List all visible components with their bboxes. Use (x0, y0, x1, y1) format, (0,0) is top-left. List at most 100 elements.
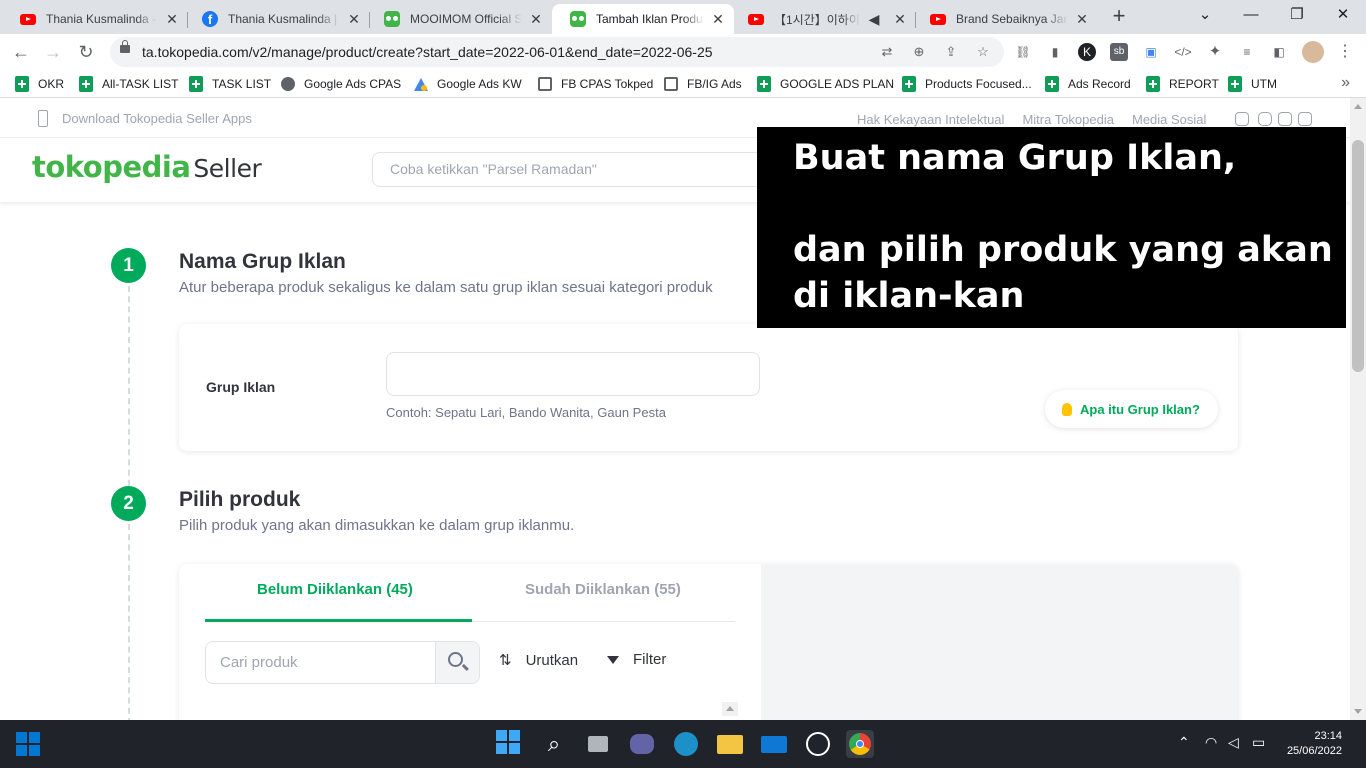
scroll-up-arrow[interactable] (1354, 104, 1362, 109)
task-view-icon[interactable] (584, 730, 612, 758)
speaker-icon[interactable]: ◀ (866, 11, 882, 27)
bookmark-item[interactable]: TASK LIST (188, 75, 271, 93)
media-control-icon[interactable]: ≡ (1238, 43, 1256, 61)
filter-button[interactable]: Filter (607, 651, 666, 668)
new-tab-button[interactable]: + (1108, 5, 1130, 28)
battery-icon[interactable]: ▭ (1252, 734, 1265, 751)
close-icon[interactable]: ✕ (892, 11, 908, 27)
bookmark-item[interactable]: OKR (14, 75, 64, 93)
system-clock[interactable]: 23:14 25/06/2022 (1287, 729, 1342, 759)
browser-tab[interactable]: Brand Sebaiknya Jangan ✕ (912, 4, 1098, 34)
page-scrollbar[interactable] (1350, 98, 1366, 720)
bookmark-item[interactable]: Google Ads CPAS (280, 75, 401, 93)
bookmark-item[interactable]: UTM (1227, 75, 1277, 93)
close-icon[interactable]: ✕ (710, 11, 726, 27)
browser-tab[interactable]: MOOIMOM Official Store ✕ (366, 4, 552, 34)
profile-avatar[interactable] (1302, 41, 1324, 63)
teams-chat-icon[interactable] (628, 730, 656, 758)
bookmark-item[interactable]: Ads Record (1044, 75, 1131, 93)
close-icon[interactable]: ✕ (528, 11, 544, 27)
bookmark-item[interactable]: FB/IG Ads (663, 75, 742, 93)
edge-browser-icon[interactable] (672, 730, 700, 758)
scroll-down-arrow[interactable] (1354, 709, 1362, 714)
extensions-puzzle-icon[interactable]: ✦ (1206, 43, 1224, 61)
what-is-ad-group-button[interactable]: Apa itu Grup Iklan? (1045, 390, 1218, 428)
bookmark-item[interactable]: Products Focused... (901, 75, 1032, 93)
bookmark-label: OKR (38, 77, 65, 91)
product-search-input[interactable]: Cari produk (205, 641, 480, 684)
share-icon[interactable]: ⇪ (942, 43, 960, 61)
more-bookmarks-icon[interactable]: » (1341, 74, 1350, 92)
bookmark-item[interactable]: FB CPAS Tokped (537, 75, 653, 93)
bookmark-item[interactable]: GOOGLE ADS PLAN (756, 75, 894, 93)
bookmark-label: Ads Record (1068, 77, 1131, 91)
browser-tab[interactable]: f Thania Kusmalinda | Facebook ✕ (184, 4, 370, 34)
page-icon (537, 76, 553, 92)
search-icon[interactable]: ⌕ (540, 730, 568, 758)
instagram-icon[interactable] (1258, 112, 1272, 126)
facebook-icon[interactable] (1298, 112, 1312, 126)
sort-button[interactable]: ⇅ Urutkan (499, 651, 578, 670)
bookmark-item[interactable]: Google Ads KW (413, 75, 522, 93)
browser-tab-active[interactable]: Tambah Iklan Produk | Tokopedia ✕ (552, 4, 734, 34)
download-app-link[interactable]: Download Tokopedia Seller Apps (38, 110, 252, 127)
translate-icon[interactable]: ⇄ (878, 43, 896, 61)
forward-button[interactable]: → (41, 40, 65, 64)
chart-extension-icon[interactable]: ▮ (1046, 43, 1064, 61)
volume-icon[interactable]: ◁ (1228, 734, 1239, 751)
bookmark-label: GOOGLE ADS PLAN (780, 77, 895, 91)
tab-search-icon[interactable]: ⌄ (1182, 0, 1228, 30)
window-extension-icon[interactable]: ▣ (1142, 43, 1160, 61)
wifi-icon[interactable]: ◠ (1205, 734, 1217, 751)
menu-kebab-icon[interactable]: ⋮ (1336, 43, 1354, 61)
widgets-icon[interactable] (16, 732, 40, 756)
file-explorer-icon[interactable] (716, 730, 744, 758)
browser-tab[interactable]: Thania Kusmalinda - YouTube ✕ (2, 4, 188, 34)
k-extension-icon[interactable]: K (1078, 43, 1096, 61)
bookmark-item[interactable]: All-TASK LIST (78, 75, 178, 93)
code-extension-icon[interactable]: </> (1174, 43, 1192, 61)
tab-advertised[interactable]: Sudah Diiklankan (55) (525, 581, 681, 598)
social-media-link[interactable]: Media Sosial (1132, 112, 1206, 127)
sb-extension-icon[interactable]: sb (1110, 43, 1128, 61)
lock-icon[interactable] (120, 40, 130, 53)
link-extension-icon[interactable]: ⛓ (1014, 43, 1032, 61)
url-text[interactable]: ta.tokopedia.com/v2/manage/product/creat… (142, 44, 713, 60)
close-icon[interactable]: ✕ (1074, 11, 1090, 27)
bookmark-item[interactable]: REPORT (1145, 75, 1219, 93)
product-search-button[interactable] (435, 642, 479, 683)
page-icon (663, 76, 679, 92)
tab-title: Tambah Iklan Produk | Tokopedia (596, 12, 704, 26)
header-search-input[interactable]: Coba ketikkan "Parsel Ramadan" (372, 152, 772, 187)
scroll-thumb[interactable] (1352, 140, 1364, 372)
app-icon[interactable] (804, 730, 832, 758)
clock-time: 23:14 (1314, 730, 1342, 742)
close-icon[interactable]: ✕ (164, 11, 180, 27)
restore-button[interactable]: ❐ (1274, 0, 1320, 30)
minimize-button[interactable]: — (1228, 0, 1274, 30)
tab-not-advertised[interactable]: Belum Diiklankan (45) (257, 581, 413, 598)
ip-link[interactable]: Hak Kekayaan Intelektual (857, 112, 1004, 127)
mitra-link[interactable]: Mitra Tokopedia (1022, 112, 1114, 127)
youtube-icon[interactable] (1235, 112, 1249, 126)
facebook-icon[interactable] (1278, 112, 1292, 126)
browser-tab[interactable]: 【1시간】이하이(LE ◀ ✕ (730, 4, 916, 34)
product-list-scroll-up[interactable] (722, 702, 738, 716)
close-window-button[interactable]: ✕ (1320, 0, 1366, 30)
tokopedia-seller-logo[interactable]: tokopedia Seller (32, 150, 262, 184)
address-bar[interactable]: ta.tokopedia.com/v2/manage/product/creat… (110, 37, 1004, 67)
show-hidden-icons[interactable]: ⌃ (1178, 734, 1190, 751)
bookmark-star-icon[interactable]: ☆ (974, 43, 992, 61)
side-panel-icon[interactable]: ◧ (1270, 43, 1288, 61)
overlay-line-1: Buat nama Grup Iklan, (793, 138, 1237, 178)
ad-group-name-input[interactable] (386, 352, 760, 396)
sheets-icon (756, 76, 772, 92)
close-icon[interactable]: ✕ (346, 11, 362, 27)
reload-button[interactable]: ↻ (74, 40, 98, 64)
start-button[interactable] (496, 730, 524, 758)
mail-icon[interactable] (760, 730, 788, 758)
chrome-icon[interactable] (846, 730, 874, 758)
back-button[interactable]: ← (9, 40, 33, 64)
step-title: Pilih produk (179, 488, 301, 511)
zoom-icon[interactable]: ⊕ (910, 43, 928, 61)
